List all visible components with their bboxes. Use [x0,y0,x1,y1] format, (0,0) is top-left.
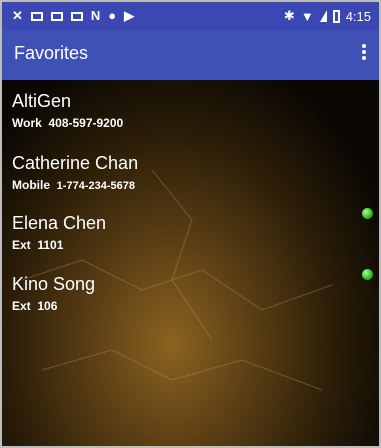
person-icon: ● [108,8,117,23]
phone-screen: ✕ N ● ▶ ✱ ▼ 4:15 Favorites AltiGen Work … [0,0,381,448]
notification-icons: ✕ N ● ▶ [12,8,134,24]
contact-detail: Work 408-597-9200 [12,116,352,130]
status-bar: ✕ N ● ▶ ✱ ▼ 4:15 [2,2,379,30]
number-label: Work [12,116,42,130]
contact-number: 408-597-9200 [48,116,124,130]
contact-name: Catherine Chan [12,153,139,173]
list-item[interactable]: Kino Song Ext 106 [12,273,352,313]
signal-icon [319,10,327,22]
battery-icon [332,9,340,23]
page-title: Favorites [14,43,89,63]
clock: 4:15 [345,8,371,24]
contact-detail: Ext 1101 [12,238,352,252]
contact-detail: Mobile 1-774-234-5678 [12,178,352,192]
contact-name: Kino Song [12,274,96,294]
number-label: Mobile [12,178,50,192]
gmail-icon [30,11,43,21]
contact-name: AltiGen [12,91,72,111]
number-label: Ext [12,238,31,252]
list-item[interactable]: Elena Chen Ext 1101 [12,212,352,252]
wifi-icon: ▼ [300,8,314,24]
bluetooth-icon: ✱ [283,8,295,23]
contact-number: 106 [37,299,58,313]
missed-call-icon: ✕ [12,8,23,23]
contact-name: Elena Chen [12,213,107,233]
contact-detail: Ext 106 [12,299,352,313]
app-bar: Favorites [2,30,379,80]
presence-online-icon [362,269,373,280]
overflow-menu-icon[interactable] [359,42,369,68]
mail-icon [50,11,63,21]
presence-online-icon [362,208,373,219]
system-icons: ✱ ▼ 4:15 [284,8,371,24]
list-item[interactable]: Catherine Chan Mobile 1-774-234-5678 [12,152,352,192]
list-item[interactable]: AltiGen Work 408-597-9200 [12,90,352,130]
background-texture [21,169,333,391]
number-label: Ext [12,299,31,313]
favorites-list: AltiGen Work 408-597-9200 Catherine Chan… [2,80,379,446]
play-icon: ▶ [124,8,135,23]
n-icon: N [90,8,101,23]
contact-number: 1-774-234-5678 [56,180,135,192]
contact-number: 1101 [37,238,64,252]
gmail-icon [70,11,83,21]
